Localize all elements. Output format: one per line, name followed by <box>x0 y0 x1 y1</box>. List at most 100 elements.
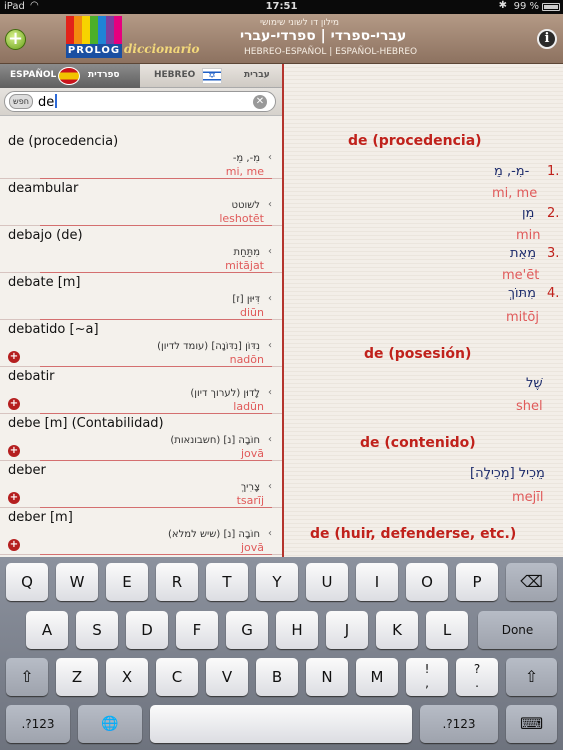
expand-plus-icon[interactable]: + <box>8 445 20 457</box>
key-p[interactable]: P <box>456 563 498 601</box>
key-q[interactable]: Q <box>6 563 48 601</box>
detail-heading: de (procedencia) <box>348 133 482 149</box>
tab-spanish-hebrew: ספרדית <box>88 70 120 80</box>
key-v[interactable]: V <box>206 658 248 696</box>
chevron-left-icon: ‹ <box>268 481 272 492</box>
key-e[interactable]: E <box>106 563 148 601</box>
entry-spanish: debate [m] <box>8 275 81 290</box>
list-item[interactable]: deambular ‹ לשוטט leshotēt <box>0 179 282 226</box>
key-comma[interactable]: ! , <box>406 658 448 696</box>
search-input[interactable]: חפש de ✕ <box>4 91 276 112</box>
key-n[interactable]: N <box>306 658 348 696</box>
entry-hebrew: חוֹבָה [נ] (שיש למלא) <box>168 529 260 540</box>
key-i[interactable]: I <box>356 563 398 601</box>
key-comma-top: ! <box>424 662 430 676</box>
detail-heading: de (contenido) <box>360 435 476 451</box>
expand-plus-icon[interactable]: + <box>8 539 20 551</box>
search-button[interactable]: חפש <box>9 94 33 109</box>
key-r[interactable]: R <box>156 563 198 601</box>
entry-spanish: deber [m] <box>8 510 73 525</box>
space-key[interactable] <box>150 705 412 743</box>
key-period[interactable]: ? . <box>456 658 498 696</box>
entry-hebrew: דִּיּוּן [ז] <box>232 294 260 305</box>
key-m[interactable]: M <box>356 658 398 696</box>
entry-hebrew: מִ-, מֵ- <box>232 153 260 164</box>
backspace-key[interactable]: ⌫ <box>506 563 557 601</box>
clear-icon[interactable]: ✕ <box>253 95 267 109</box>
key-o[interactable]: O <box>406 563 448 601</box>
hide-keyboard-icon[interactable]: ⌨ <box>506 705 557 743</box>
key-t[interactable]: T <box>206 563 248 601</box>
key-b[interactable]: B <box>256 658 298 696</box>
battery-icon <box>542 3 560 11</box>
entry-hebrew: חוֹבָה [נ] (חשבונאות) <box>170 435 260 446</box>
language-tabs: ESPAÑOL ספרדית HEBREO ✡ עברית <box>0 64 282 88</box>
row-underline <box>40 554 272 555</box>
list-item[interactable]: debe [m] (Contabilidad) + ‹ חוֹבָה [נ] (… <box>0 414 282 461</box>
shift-key-right[interactable]: ⇧ <box>506 658 557 696</box>
key-g[interactable]: G <box>226 611 268 649</box>
chevron-left-icon: ‹ <box>268 387 272 398</box>
status-bar: iPad ◠ 17:51 ✱ 99 % <box>0 0 563 14</box>
chevron-left-icon: ‹ <box>268 199 272 210</box>
key-z[interactable]: Z <box>56 658 98 696</box>
entry-hebrew: נִדּוֹן [נִדּוֹנָה] (עומד לדיון) <box>157 341 260 352</box>
list-item[interactable]: debatir + ‹ לָדוּן (לערוך דיון) ladūn <box>0 367 282 414</box>
header-title: עברי-ספרדי | ספרדי-עברי <box>240 28 407 44</box>
entry-translit: mi, me <box>225 165 264 178</box>
key-x[interactable]: X <box>106 658 148 696</box>
chevron-left-icon: ‹ <box>268 528 272 539</box>
search-value: de <box>38 95 55 110</box>
entry-translit: tsarīj <box>236 494 264 507</box>
key-w[interactable]: W <box>56 563 98 601</box>
tab-hebrew[interactable]: HEBREO ✡ עברית <box>140 64 282 88</box>
entry-spanish: deambular <box>8 181 79 196</box>
numbers-key-left[interactable]: .?123 <box>6 705 70 743</box>
detail-translit: mitōj <box>506 310 539 325</box>
key-h[interactable]: H <box>276 611 318 649</box>
detail-heading: de (posesión) <box>364 346 472 362</box>
key-c[interactable]: C <box>156 658 198 696</box>
expand-plus-icon[interactable]: + <box>8 492 20 504</box>
entry-translit: nadōn <box>229 353 264 366</box>
key-k[interactable]: K <box>376 611 418 649</box>
list-item[interactable]: deber [m] + ‹ חוֹבָה [נ] (שיש למלא) jovā <box>0 508 282 555</box>
text-caret <box>55 94 58 108</box>
entry-hebrew: לָדוּן (לערוך דיון) <box>190 388 260 399</box>
numbers-key-right[interactable]: .?123 <box>420 705 498 743</box>
info-button[interactable]: i <box>537 29 557 49</box>
list-item[interactable]: deber + ‹ צָרִיךְ tsarīj <box>0 461 282 508</box>
key-j[interactable]: J <box>326 611 368 649</box>
list-item[interactable]: debate [m] ‹ דִּיּוּן [ז] diūn <box>0 273 282 320</box>
entry-spanish: debe [m] (Contabilidad) <box>8 416 164 431</box>
key-u[interactable]: U <box>306 563 348 601</box>
key-d[interactable]: D <box>126 611 168 649</box>
status-time: 17:51 <box>265 1 298 12</box>
expand-plus-icon[interactable]: + <box>8 398 20 410</box>
tab-spanish[interactable]: ESPAÑOL ספרדית <box>0 64 140 88</box>
shift-key-left[interactable]: ⇧ <box>6 658 48 696</box>
detail-translit: mejīl <box>512 490 544 505</box>
entry-hebrew: צָרִיךְ <box>240 482 260 493</box>
results-list: de (procedencia) ‹ מִ-, מֵ- mi, me deamb… <box>0 132 282 555</box>
entry-hebrew: מִתַּחַת <box>233 247 260 258</box>
expand-plus-icon[interactable]: + <box>8 351 20 363</box>
add-button[interactable]: + <box>5 29 26 50</box>
list-item[interactable]: debatido [~a] + ‹ נִדּוֹן [נִדּוֹנָה] (ע… <box>0 320 282 367</box>
entry-translit: diūn <box>240 306 264 319</box>
app-header: + PROLOG diccionario מילון דו לשוני שימו… <box>0 14 563 64</box>
list-item[interactable]: debajo (de) ‹ מִתַּחַת mitājat <box>0 226 282 273</box>
list-item[interactable]: de (procedencia) ‹ מִ-, מֵ- mi, me <box>0 132 282 179</box>
done-key[interactable]: Done <box>478 611 557 649</box>
key-l[interactable]: L <box>426 611 468 649</box>
spain-flag-icon <box>58 67 80 85</box>
key-f[interactable]: F <box>176 611 218 649</box>
tab-hebrew-label: HEBREO <box>154 70 196 80</box>
key-s[interactable]: S <box>76 611 118 649</box>
header-tagline: מילון דו לשוני שימושי <box>260 18 339 28</box>
key-a[interactable]: A <box>26 611 68 649</box>
key-y[interactable]: Y <box>256 563 298 601</box>
entry-spanish: debatir <box>8 369 55 384</box>
globe-icon[interactable]: 🌐 <box>78 705 142 743</box>
detail-hebrew: שֶׁל <box>526 376 543 391</box>
